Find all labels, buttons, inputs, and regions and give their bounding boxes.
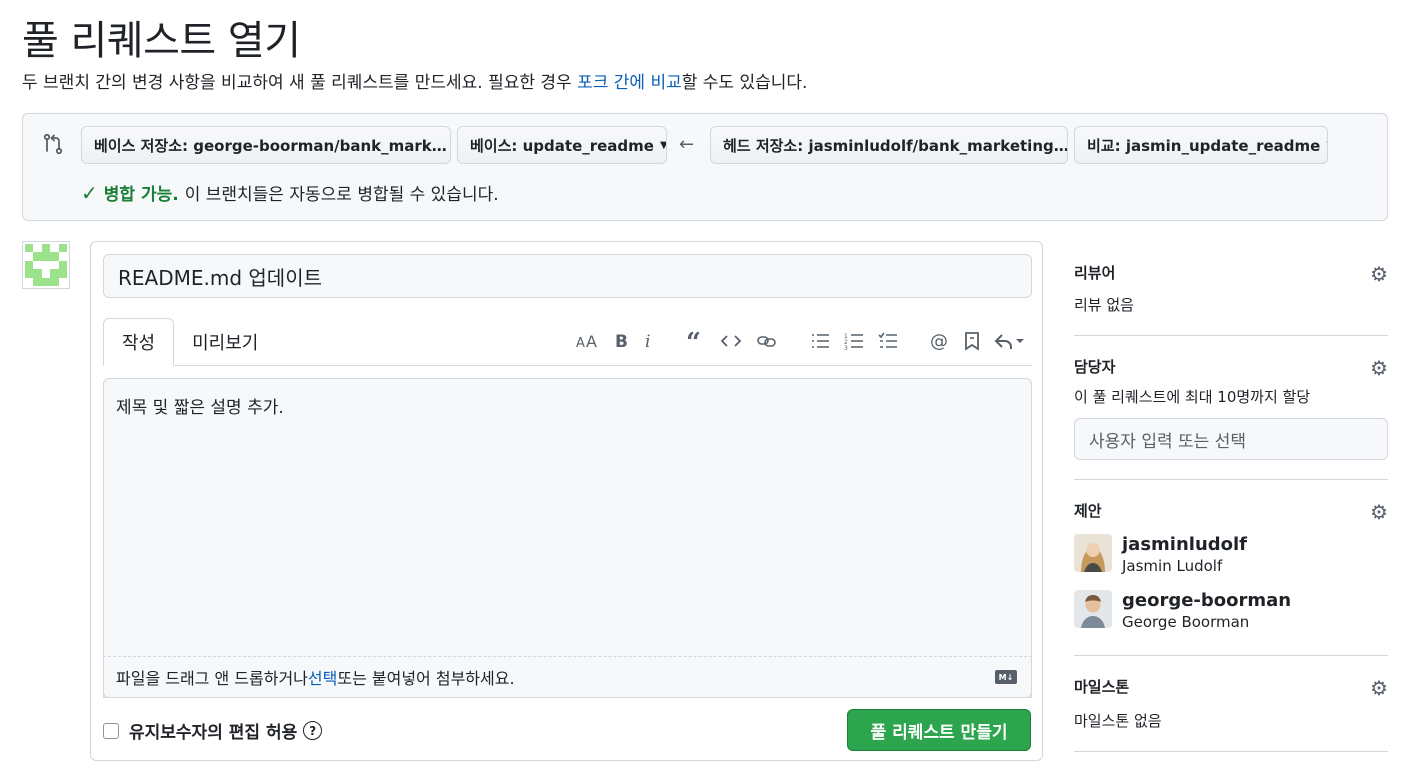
compare-panel: 베이스 저장소: george-boorman/bank_mark…▼ 베이스:… [22,113,1388,221]
italic-icon[interactable]: i [644,331,654,351]
reviewers-value: 리뷰 없음 [1074,296,1134,314]
markdown-icon: M↓ [995,670,1017,684]
assignees-section: 담당자 ⚙ 이 풀 리퀘스트에 최대 10명까지 할당 사용자 입력 또는 선택 [1074,336,1388,480]
tab-write[interactable]: 작성 [103,318,175,366]
editor-tabs: 작성 미리보기 [103,318,276,366]
ordered-list-icon[interactable]: 123 [844,331,864,351]
compare-branch-select[interactable]: 비교: jasmin_update_readme ▼ [1074,126,1328,164]
svg-text:i: i [645,332,650,351]
base-branch-label: 베이스: update_readme [470,136,654,155]
merge-ok-label: 병합 가능. [103,185,179,205]
suggestions-section: 제안 ⚙ jasminludolf Jasmin Ludolf george-b… [1074,480,1388,656]
assignees-value: 이 풀 리퀘스트에 최대 10명까지 할당 [1074,388,1311,406]
pr-title-input[interactable] [103,254,1032,298]
gear-icon[interactable]: ⚙ [1370,262,1388,286]
quote-icon[interactable]: “ [686,331,706,351]
suggested-user-name: Jasmin Ludolf [1122,557,1223,575]
milestone-section: 마일스톤 ⚙ 마일스톤 없음 [1074,656,1388,752]
gear-icon[interactable]: ⚙ [1370,500,1388,524]
avatar [1074,590,1112,628]
suggestions-title: 제안 [1074,502,1102,520]
svg-text:A: A [576,336,585,351]
mention-icon[interactable]: @ [930,331,950,351]
pr-body-textarea[interactable]: 제목 및 짧은 설명 추가. [103,378,1032,698]
avatar [1074,534,1112,572]
base-repo-label: 베이스 저장소: george-boorman/bank_mark… [94,136,447,155]
reply-icon[interactable] [994,331,1024,351]
page-description-text: 두 브랜치 간의 변경 사항을 비교하여 새 풀 리퀘스트를 만드세요. 필요한… [22,73,578,93]
allow-edits-checkbox[interactable] [103,722,119,739]
page-title: 풀 리퀘스트 열기 [22,18,301,64]
merge-status-text: 이 브랜치들은 자동으로 병합될 수 있습니다. [184,185,499,205]
attach-text-tail: 또는 붙여넣어 첨부하세요. [337,669,515,688]
base-repo-select[interactable]: 베이스 저장소: george-boorman/bank_mark…▼ [81,126,451,164]
head-repo-label: 헤드 저장소: jasminludolf/bank_marketing… [723,136,1068,155]
allow-edits-option: 유지보수자의 편집 허용 ? [103,718,323,743]
head-repo-select[interactable]: 헤드 저장소: jasminludolf/bank_marketing…▼ [710,126,1068,164]
merge-status: ✓ 병합 가능. 이 브랜치들은 자동으로 병합될 수 있습니다. [81,180,499,206]
markdown-toolbar: AA B i “ 123 @ [562,326,1024,356]
svg-text:“: “ [686,331,701,351]
reviewers-section: 리뷰어 ⚙ 리뷰 없음 [1074,248,1388,336]
page-description-tail: 할 수도 있습니다. [681,73,808,93]
tab-preview[interactable]: 미리보기 [174,318,276,366]
assignees-title[interactable]: 담당자 [1074,356,1115,377]
link-icon[interactable] [756,331,778,351]
pr-body-text[interactable]: 제목 및 짧은 설명 추가. [116,393,284,418]
attach-select-link[interactable]: 선택 [308,665,337,689]
unordered-list-icon[interactable] [810,331,830,351]
compare-branch-label: 비교: jasmin_update_readme [1087,136,1321,155]
compare-forks-link[interactable]: 포크 간에 비교 [577,73,682,93]
base-branch-select[interactable]: 베이스: update_readme ▼ [457,126,667,164]
arrow-left-icon: ← [679,134,695,155]
milestone-value: 마일스톤 없음 [1074,712,1162,730]
suggested-user-login: george-boorman [1122,590,1292,611]
suggested-user-name: George Boorman [1122,613,1250,631]
task-list-icon[interactable] [878,331,898,351]
pr-composer: 작성 미리보기 AA B i “ 123 @ 제목 및 짧은 설명 추가. 파일… [90,241,1043,761]
chevron-down-icon: ▼ [1326,140,1327,151]
assignee-search-input[interactable]: 사용자 입력 또는 선택 [1074,418,1388,460]
tab-divider [103,365,1032,366]
chevron-down-icon: ▼ [659,139,667,151]
reviewers-title[interactable]: 리뷰어 [1074,262,1115,283]
attach-text: 파일을 드래그 앤 드롭하거나 [116,669,308,688]
allow-edits-label: 유지보수자의 편집 허용 [129,723,298,743]
suggested-user[interactable]: jasminludolf Jasmin Ludolf [1074,534,1247,576]
svg-text:@: @ [930,331,948,351]
sidebar: 리뷰어 ⚙ 리뷰 없음 담당자 ⚙ 이 풀 리퀘스트에 최대 10명까지 할당 … [1074,248,1388,752]
help-icon[interactable]: ? [303,721,323,740]
suggested-user[interactable]: george-boorman George Boorman [1074,590,1291,632]
svg-text:A: A [586,332,597,351]
page-description: 두 브랜치 간의 변경 사항을 비교하여 새 풀 리퀘스트를 만드세요. 필요한… [22,68,807,93]
gear-icon[interactable]: ⚙ [1370,356,1388,380]
svg-text:B: B [615,332,628,351]
create-pull-request-button[interactable]: 풀 리퀘스트 만들기 [847,709,1031,751]
gear-icon[interactable]: ⚙ [1370,676,1388,700]
git-compare-icon [43,133,63,155]
file-attach-bar[interactable]: 파일을 드래그 앤 드롭하거나 선택 또는 붙여넣어 첨부하세요. M↓ [103,656,1032,698]
svg-text:3: 3 [844,345,848,351]
suggested-user-login: jasminludolf [1122,534,1248,555]
avatar [22,241,70,289]
reference-icon[interactable] [964,331,980,351]
heading-icon[interactable]: AA [576,331,600,351]
bold-icon[interactable]: B [614,331,630,351]
milestone-title[interactable]: 마일스톤 [1074,676,1129,697]
code-icon[interactable] [720,331,742,351]
check-icon: ✓ [81,180,98,205]
